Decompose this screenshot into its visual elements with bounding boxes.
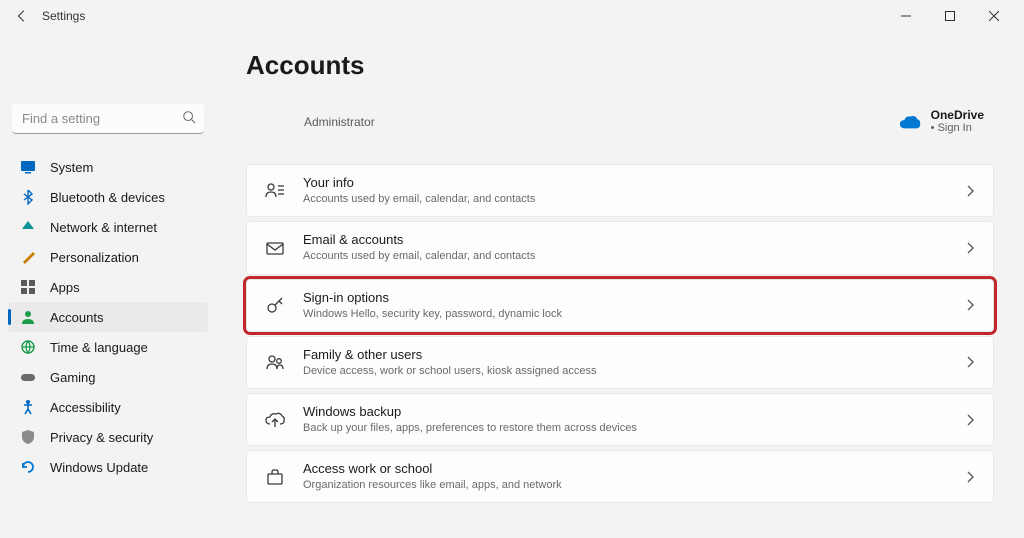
card-subtitle: Accounts used by email, calendar, and co… bbox=[303, 249, 947, 263]
nav-label: Gaming bbox=[50, 370, 96, 385]
sync-icon bbox=[20, 459, 36, 475]
people-icon bbox=[265, 352, 285, 372]
card-family-users[interactable]: Family & other users Device access, work… bbox=[246, 336, 994, 389]
nav-label: Bluetooth & devices bbox=[50, 190, 165, 205]
globe-icon bbox=[20, 339, 36, 355]
nav-accounts[interactable]: Accounts bbox=[8, 302, 208, 332]
page-title: Accounts bbox=[246, 50, 994, 81]
nav-label: Privacy & security bbox=[50, 430, 153, 445]
close-icon bbox=[989, 11, 999, 21]
arrow-left-icon bbox=[15, 9, 29, 23]
nav-bluetooth[interactable]: Bluetooth & devices bbox=[8, 182, 208, 212]
chevron-right-icon bbox=[965, 299, 975, 311]
chevron-right-icon bbox=[965, 356, 975, 368]
main-content: Accounts Administrator OneDrive Sign In … bbox=[216, 32, 1024, 538]
card-subtitle: Accounts used by email, calendar, and co… bbox=[303, 192, 947, 206]
onedrive-tile[interactable]: OneDrive Sign In bbox=[899, 109, 984, 134]
nav-label: Network & internet bbox=[50, 220, 157, 235]
card-access-work-school[interactable]: Access work or school Organization resou… bbox=[246, 450, 994, 503]
nav-label: Time & language bbox=[50, 340, 148, 355]
card-title: Email & accounts bbox=[303, 232, 947, 249]
person-list-icon bbox=[265, 181, 285, 201]
onedrive-status: Sign In bbox=[931, 122, 984, 134]
onedrive-title: OneDrive bbox=[931, 109, 984, 122]
nav-label: Accounts bbox=[50, 310, 103, 325]
wifi-icon bbox=[20, 219, 36, 235]
chevron-right-icon bbox=[965, 185, 975, 197]
card-title: Windows backup bbox=[303, 404, 947, 421]
search-icon bbox=[182, 110, 196, 124]
window-title: Settings bbox=[42, 9, 85, 23]
card-title: Your info bbox=[303, 175, 947, 192]
minimize-icon bbox=[901, 11, 911, 21]
card-signin-options[interactable]: Sign-in options Windows Hello, security … bbox=[246, 279, 994, 332]
nav-network[interactable]: Network & internet bbox=[8, 212, 208, 242]
card-title: Access work or school bbox=[303, 461, 947, 478]
card-your-info[interactable]: Your info Accounts used by email, calend… bbox=[246, 164, 994, 217]
nav-label: Personalization bbox=[50, 250, 139, 265]
envelope-icon bbox=[265, 238, 285, 258]
nav-apps[interactable]: Apps bbox=[8, 272, 208, 302]
nav-accessibility[interactable]: Accessibility bbox=[8, 392, 208, 422]
nav-label: Windows Update bbox=[50, 460, 148, 475]
search-input[interactable] bbox=[12, 104, 204, 134]
paintbrush-icon bbox=[20, 249, 36, 265]
nav-update[interactable]: Windows Update bbox=[8, 452, 208, 482]
nav-label: Accessibility bbox=[50, 400, 121, 415]
card-title: Sign-in options bbox=[303, 290, 947, 307]
card-email-accounts[interactable]: Email & accounts Accounts used by email,… bbox=[246, 221, 994, 274]
cloud-icon bbox=[899, 114, 921, 130]
card-subtitle: Windows Hello, security key, password, d… bbox=[303, 307, 947, 321]
sidebar: System Bluetooth & devices Network & int… bbox=[0, 32, 216, 538]
nav-system[interactable]: System bbox=[8, 152, 208, 182]
nav-privacy[interactable]: Privacy & security bbox=[8, 422, 208, 452]
backup-icon bbox=[265, 410, 285, 430]
nav-label: Apps bbox=[50, 280, 80, 295]
card-subtitle: Device access, work or school users, kio… bbox=[303, 364, 947, 378]
titlebar: Settings bbox=[0, 0, 1024, 32]
key-icon bbox=[265, 295, 285, 315]
chevron-right-icon bbox=[965, 242, 975, 254]
card-windows-backup[interactable]: Windows backup Back up your files, apps,… bbox=[246, 393, 994, 446]
briefcase-icon bbox=[265, 467, 285, 487]
settings-cards: Your info Accounts used by email, calend… bbox=[246, 164, 994, 503]
maximize-button[interactable] bbox=[928, 2, 972, 30]
profile-role: Administrator bbox=[304, 115, 375, 129]
search-wrap bbox=[12, 104, 204, 134]
nav-label: System bbox=[50, 160, 93, 175]
nav-gaming[interactable]: Gaming bbox=[8, 362, 208, 392]
chevron-right-icon bbox=[965, 471, 975, 483]
close-button[interactable] bbox=[972, 2, 1016, 30]
back-button[interactable] bbox=[8, 2, 36, 30]
gamepad-icon bbox=[20, 369, 36, 385]
person-icon bbox=[20, 309, 36, 325]
bluetooth-icon bbox=[20, 189, 36, 205]
nav-list: System Bluetooth & devices Network & int… bbox=[8, 152, 208, 482]
apps-icon bbox=[20, 279, 36, 295]
minimize-button[interactable] bbox=[884, 2, 928, 30]
profile-row: Administrator OneDrive Sign In bbox=[246, 109, 994, 134]
maximize-icon bbox=[945, 11, 955, 21]
card-subtitle: Organization resources like email, apps,… bbox=[303, 478, 947, 492]
shield-icon bbox=[20, 429, 36, 445]
window-controls bbox=[884, 2, 1016, 30]
monitor-icon bbox=[20, 159, 36, 175]
accessibility-icon bbox=[20, 399, 36, 415]
chevron-right-icon bbox=[965, 414, 975, 426]
card-subtitle: Back up your files, apps, preferences to… bbox=[303, 421, 947, 435]
nav-personalization[interactable]: Personalization bbox=[8, 242, 208, 272]
nav-time[interactable]: Time & language bbox=[8, 332, 208, 362]
card-title: Family & other users bbox=[303, 347, 947, 364]
